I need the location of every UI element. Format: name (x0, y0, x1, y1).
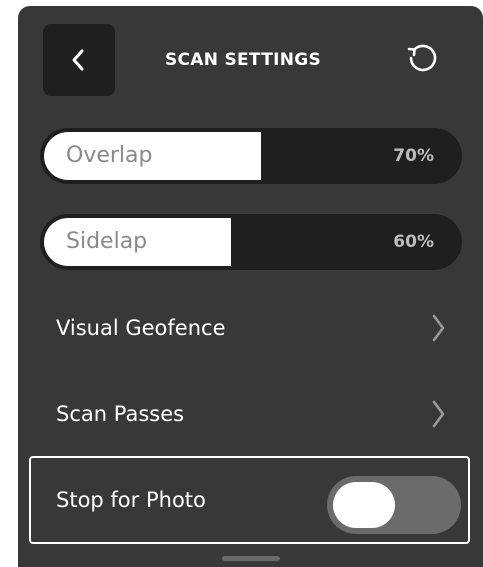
page-title: SCAN SETTINGS (164, 50, 322, 70)
visual-geofence-label: Visual Geofence (56, 316, 226, 340)
sidelap-slider[interactable]: Sidelap 60% (40, 214, 462, 270)
back-button[interactable] (43, 24, 115, 96)
home-indicator (222, 556, 280, 561)
visual-geofence-row[interactable]: Visual Geofence (18, 298, 483, 358)
scan-passes-row[interactable]: Scan Passes (18, 384, 483, 444)
sidelap-label: Sidelap (66, 229, 148, 254)
scan-settings-panel: SCAN SETTINGS Overlap 70% Sidelap 60% Vi… (18, 6, 483, 567)
reset-button[interactable] (394, 32, 450, 88)
sidelap-value: 60% (393, 232, 434, 252)
toggle-knob (333, 482, 395, 528)
scan-passes-label: Scan Passes (56, 402, 185, 426)
chevron-right-icon (432, 400, 445, 428)
stop-for-photo-row: Stop for Photo (29, 456, 470, 544)
overlap-label: Overlap (66, 143, 153, 168)
stop-for-photo-label: Stop for Photo (56, 488, 206, 512)
overlap-value: 70% (393, 146, 434, 166)
reset-icon (407, 44, 437, 72)
overlap-slider[interactable]: Overlap 70% (40, 128, 462, 184)
chevron-right-icon (432, 314, 445, 342)
chevron-left-icon (72, 49, 84, 71)
stop-for-photo-toggle[interactable] (327, 476, 461, 534)
